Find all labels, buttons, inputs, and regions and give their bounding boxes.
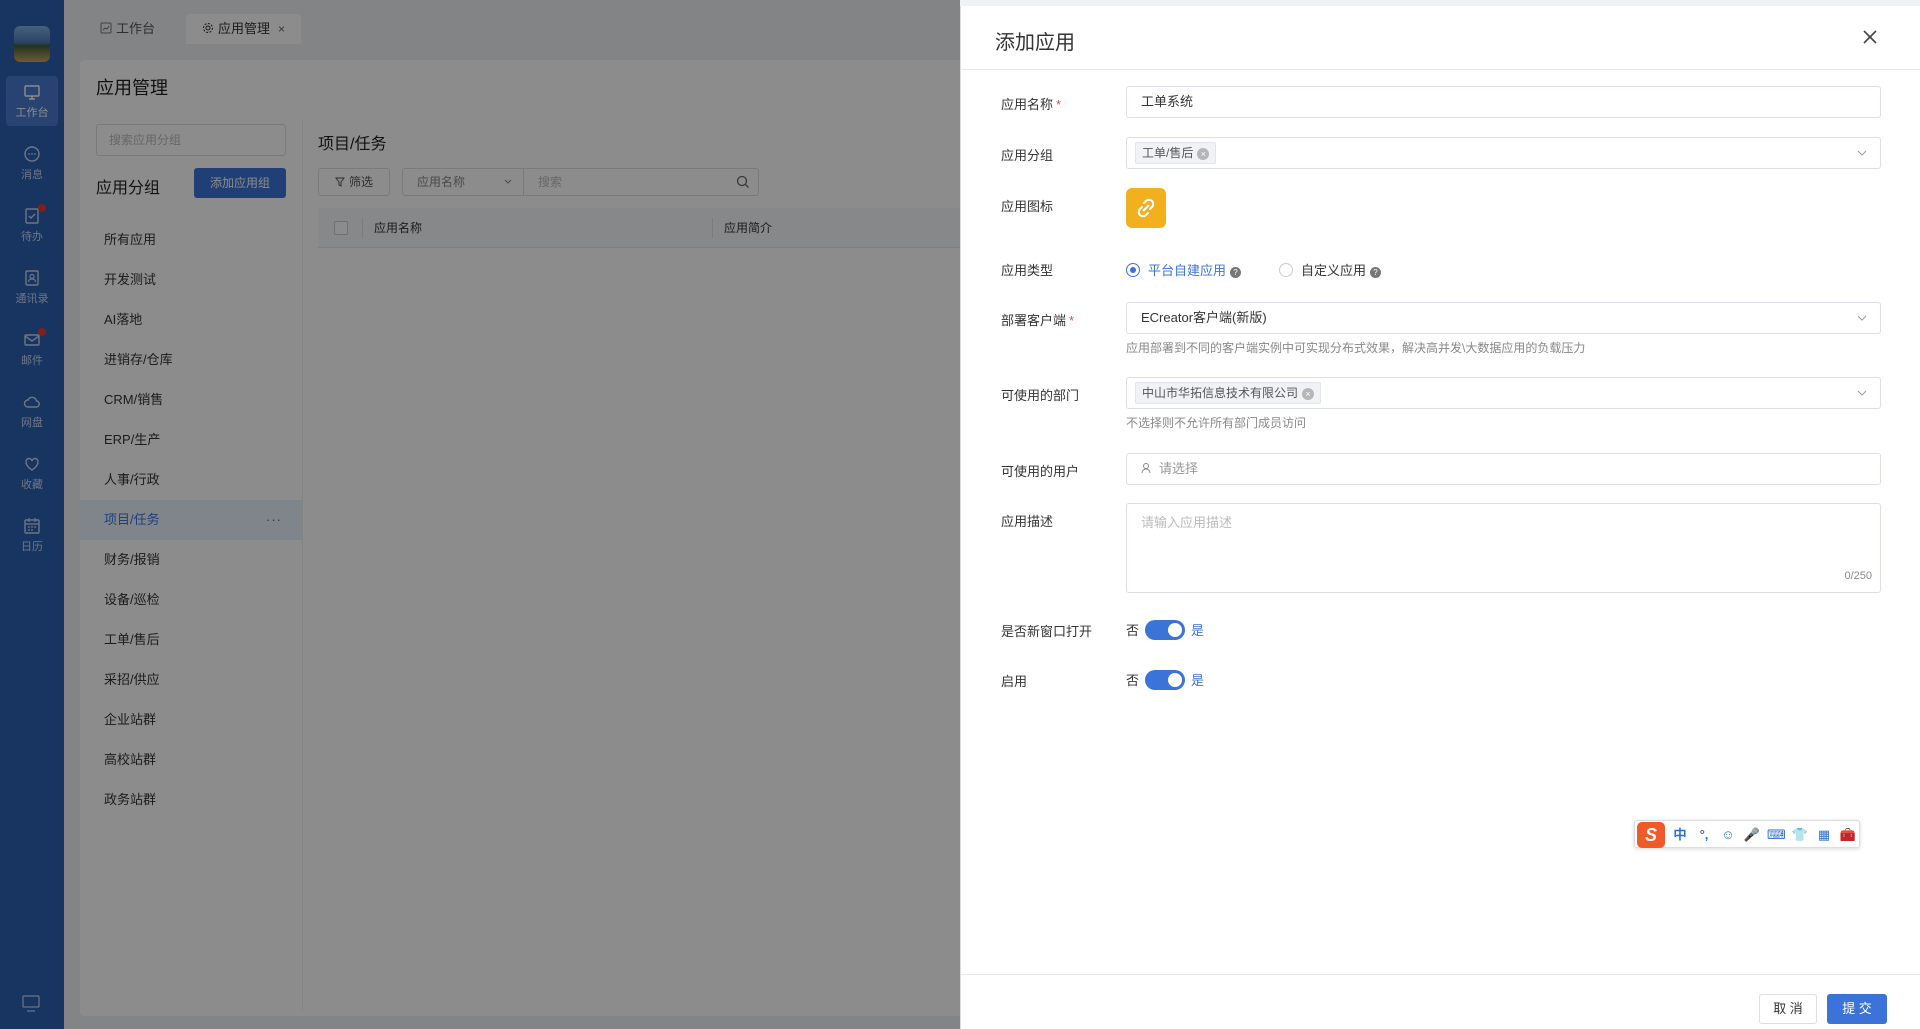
app-group-select[interactable]: 工单/售后 × <box>1126 137 1881 169</box>
app-name-input[interactable]: 工单系统 <box>1126 86 1881 118</box>
enabled-toggle-row: 否是 <box>1126 670 1204 690</box>
keyboard-icon[interactable]: ⌨ <box>1767 825 1786 845</box>
tag-remove-icon[interactable]: × <box>1302 388 1315 400</box>
add-app-drawer: 添加应用 应用名称 * 工单系统 应用分组 工单/售后 × 应用图标 应用类型 平台… <box>960 6 1920 1029</box>
enabled-switch[interactable] <box>1145 670 1186 690</box>
new-window-label: 是否新窗口打开 <box>1001 624 1093 639</box>
char-counter: 0/250 <box>1844 570 1872 582</box>
group-tag: 工单/售后 × <box>1135 142 1217 164</box>
dept-tag: 中山市华拓信息技术有限公司 × <box>1135 382 1322 404</box>
tag-remove-icon[interactable]: × <box>1197 148 1210 160</box>
toolbox-icon[interactable]: 🧰 <box>1839 825 1857 845</box>
dept-select[interactable]: 中山市华拓信息技术有限公司 × <box>1126 377 1881 409</box>
new-window-toggle-row: 否是 <box>1126 620 1204 640</box>
radio-custom-app[interactable]: 自定义应用? <box>1279 260 1382 279</box>
user-icon <box>1141 463 1151 474</box>
microphone-icon[interactable]: 🎤 <box>1743 825 1761 845</box>
app-type-label: 应用类型 <box>1001 263 1054 278</box>
drawer-title: 添加应用 <box>995 32 1075 54</box>
desc-label: 应用描述 <box>1001 514 1054 529</box>
users-select[interactable]: 请选择 <box>1126 453 1881 485</box>
client-select[interactable]: ECreator客户端(新版) <box>1126 302 1881 334</box>
switch-off-label: 否 <box>1126 673 1140 688</box>
switch-off-label: 否 <box>1126 623 1140 638</box>
chevron-down-icon <box>1857 315 1867 321</box>
desc-placeholder: 请输入应用描述 <box>1141 515 1233 530</box>
chinese-mode-icon[interactable]: 中 <box>1671 825 1689 845</box>
new-window-switch[interactable] <box>1145 620 1186 640</box>
emoji-icon[interactable]: ☺ <box>1719 825 1737 845</box>
app-icon-picker[interactable] <box>1126 188 1166 228</box>
punctuation-icon[interactable]: °, <box>1695 825 1713 845</box>
chevron-down-icon <box>1857 390 1867 396</box>
help-icon[interactable]: ? <box>1230 267 1242 278</box>
ime-toolbar: S 中 °, ☺ 🎤 ⌨ 👕 ▦ 🧰 <box>1634 820 1860 848</box>
switch-on-label: 是 <box>1191 623 1205 638</box>
desc-textarea[interactable]: 请输入应用描述 0/250 <box>1126 503 1881 593</box>
radio-platform-app[interactable]: 平台自建应用? <box>1126 260 1242 279</box>
client-hint: 应用部署到不同的客户端实例中可实现分布式效果，解决高并发\大数据应用的负载压力 <box>1126 341 1586 355</box>
app-name-label: 应用名称 * <box>1001 97 1062 112</box>
switch-on-label: 是 <box>1191 673 1205 688</box>
skin-icon[interactable]: 👕 <box>1791 825 1809 845</box>
apps-icon[interactable]: ▦ <box>1815 825 1833 845</box>
users-label: 可使用的用户 <box>1001 464 1080 479</box>
client-label: 部署客户端 * <box>1001 313 1075 328</box>
drawer-footer: 取 消 提 交 <box>961 974 1920 1029</box>
help-icon[interactable]: ? <box>1370 267 1382 278</box>
dept-label: 可使用的部门 <box>1001 388 1080 403</box>
dept-hint: 不选择则不允许所有部门成员访问 <box>1126 416 1307 430</box>
submit-button[interactable]: 提 交 <box>1827 994 1887 1024</box>
client-value: ECreator客户端(新版) <box>1141 310 1267 325</box>
app-group-label: 应用分组 <box>1001 148 1054 163</box>
app-icon-label: 应用图标 <box>1001 199 1054 214</box>
app-name-value: 工单系统 <box>1141 94 1194 109</box>
cancel-button[interactable]: 取 消 <box>1759 994 1817 1024</box>
users-placeholder: 请选择 <box>1159 461 1199 476</box>
drawer-header: 添加应用 <box>961 6 1920 70</box>
close-icon[interactable] <box>1859 26 1881 48</box>
sogou-logo-icon[interactable]: S <box>1637 822 1665 848</box>
link-icon <box>1137 198 1155 218</box>
enabled-label: 启用 <box>1001 674 1028 689</box>
overlay-mask[interactable] <box>0 0 960 1029</box>
chevron-down-icon <box>1857 150 1867 156</box>
